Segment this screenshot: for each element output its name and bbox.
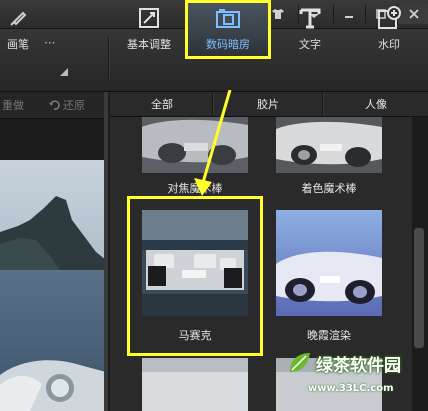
tab-label: 胶片	[257, 98, 279, 111]
text-t-icon	[297, 5, 323, 31]
effect-thumb-colorize[interactable]	[276, 117, 382, 173]
scrollbar-thumb[interactable]	[414, 228, 424, 348]
effect-label: 晚霞渲染	[307, 329, 351, 342]
redo-button[interactable]: 重做	[2, 97, 24, 113]
undo-label: 还原	[63, 99, 85, 112]
watermark-text: 绿茶软件园	[316, 355, 401, 376]
leaf-logo-icon	[290, 353, 310, 372]
tool-label: 基本调整	[127, 38, 171, 51]
tool-digital-darkroom[interactable]: 数码暗房	[185, 0, 271, 59]
tool-label: 水印	[378, 38, 400, 51]
redo-label: 重做	[2, 99, 24, 112]
watermark-icon	[376, 5, 402, 31]
effect-label: 马赛克	[178, 329, 212, 342]
undo-button[interactable]: 还原	[48, 97, 85, 113]
dropdown-corner-icon[interactable]	[60, 66, 68, 79]
toolbar-divider	[108, 37, 109, 81]
brush-tool[interactable]: 画笔	[0, 3, 36, 55]
undo-icon	[49, 100, 60, 110]
tab-label: 全部	[151, 98, 173, 111]
tool-label: 数码暗房	[206, 38, 250, 51]
photo-preview[interactable]	[0, 160, 106, 411]
tab-divider	[322, 92, 323, 116]
tool-label: 文字	[299, 38, 321, 51]
more-icon[interactable]: ···	[44, 36, 55, 50]
camera-icon	[215, 5, 241, 31]
brush-icon	[5, 5, 31, 31]
panel-divider[interactable]	[104, 92, 108, 411]
effect-thumb[interactable]	[142, 358, 248, 411]
tab-portrait[interactable]: 人像	[324, 92, 428, 116]
watermark-url: www.33LC.com	[308, 383, 394, 394]
watermark-logo: 绿茶软件园	[286, 350, 401, 376]
effect-thumb-mosaic[interactable]	[142, 210, 248, 316]
tool-watermark[interactable]: 水印	[360, 3, 418, 55]
annotation-arrow-icon	[194, 90, 232, 196]
effect-label: 着色魔术棒	[301, 182, 357, 195]
tool-basic-adjust[interactable]: 基本调整	[118, 3, 180, 55]
crop-adjust-icon	[136, 5, 162, 31]
effect-thumb-sunset[interactable]	[276, 210, 382, 316]
brush-label: 画笔	[7, 38, 29, 51]
tool-text[interactable]: 文字	[282, 3, 338, 55]
minimize-icon	[345, 16, 353, 18]
tab-label: 人像	[365, 98, 387, 111]
